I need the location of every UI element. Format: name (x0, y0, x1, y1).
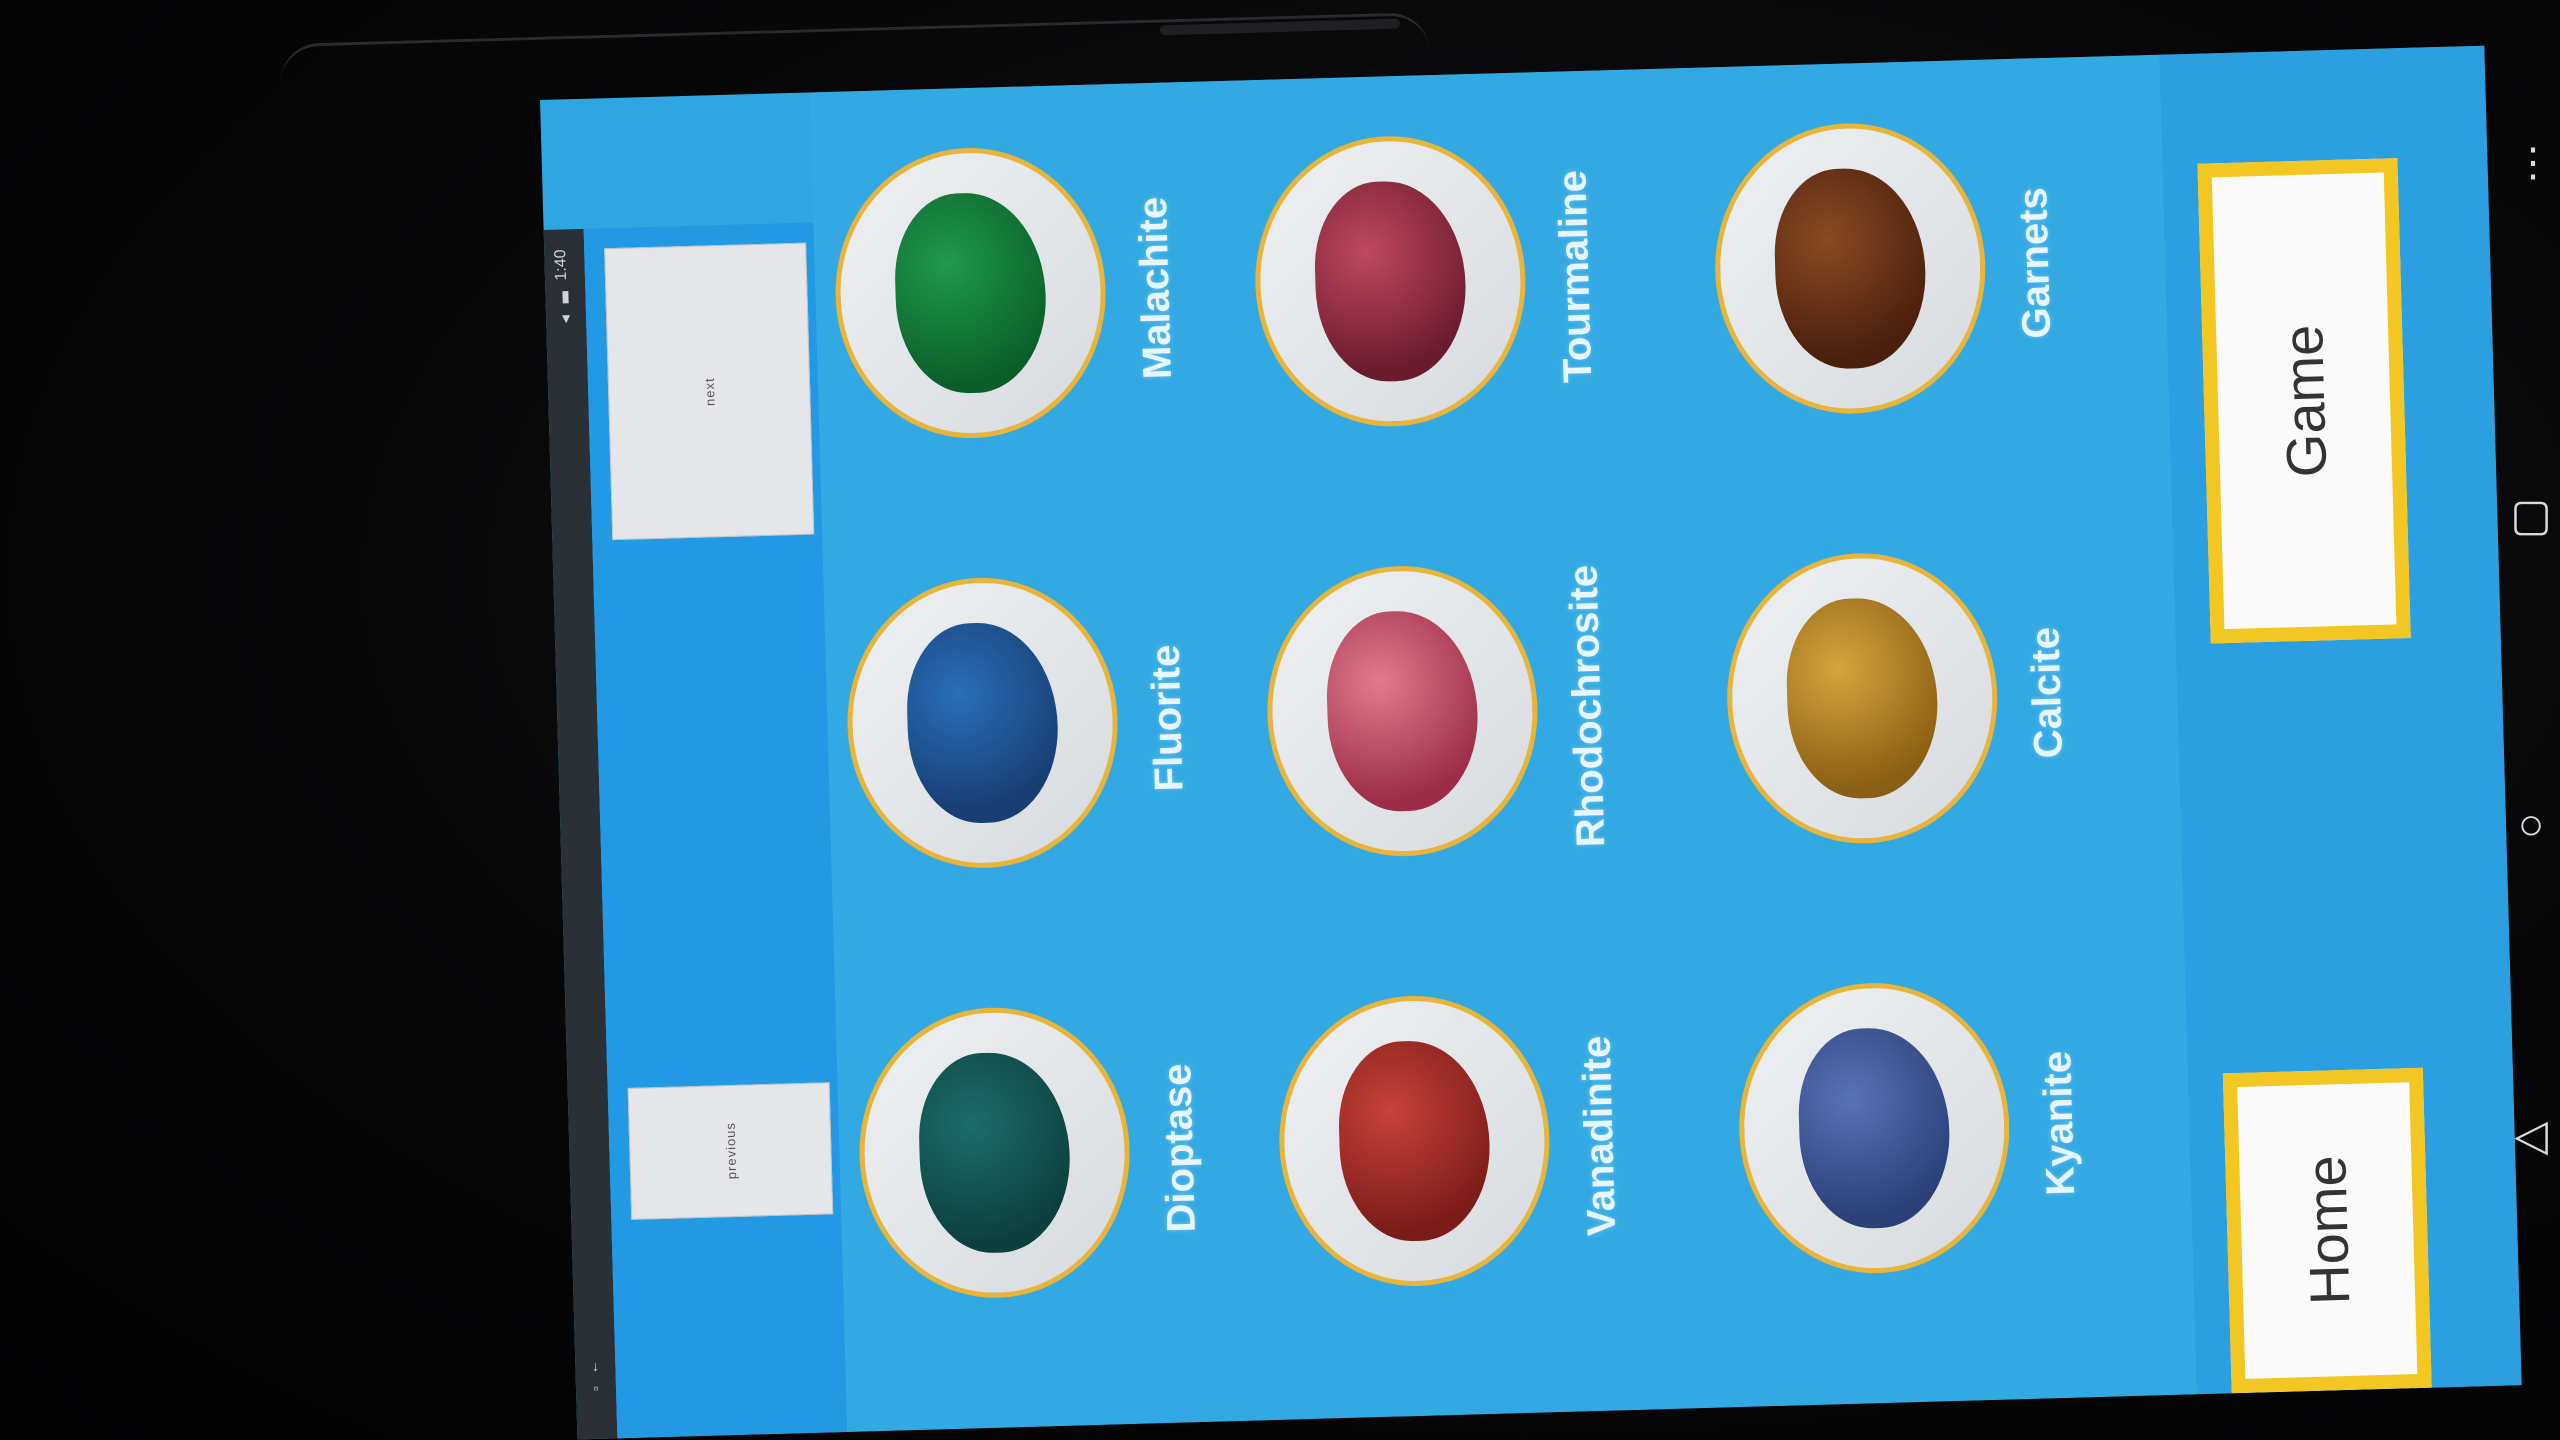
mineral-tile-garnets[interactable]: Garnets (1701, 116, 2131, 488)
mineral-image-frame (831, 144, 1110, 442)
back-icon[interactable]: ◁ (2506, 1110, 2556, 1161)
mineral-image-frame (855, 1004, 1134, 1302)
mineral-image-frame (1263, 562, 1542, 860)
garnets-image (1772, 166, 1928, 371)
home-button[interactable]: Home (2222, 1067, 2432, 1394)
mineral-tile-vanadinite[interactable]: Vanadinite (1265, 988, 1695, 1360)
mineral-label: Kyanite (2034, 1050, 2083, 1196)
rhodochrosite-image (1324, 609, 1481, 814)
mineral-label: Vanadinite (1574, 1035, 1624, 1237)
mineral-label: Garnets (2010, 187, 2059, 340)
tablet-device: 1:40 ▮ ▾ ↓ ▫ next previous Malachite Flu… (0, 0, 2560, 1440)
mineral-grid: Malachite Fluorite Dioptase Tourmaline R… (809, 54, 2197, 1432)
mineral-label: Dioptase (1154, 1062, 1204, 1233)
game-label: Game (2270, 323, 2338, 478)
mineral-label: Malachite (1130, 196, 1180, 380)
next-button[interactable]: next (604, 242, 815, 541)
status-bottom-icons: ↓ ▫ (581, 1355, 610, 1400)
malachite-image (892, 190, 1049, 396)
mineral-image-frame (1735, 979, 2014, 1277)
mineral-tile-calcite[interactable]: Calcite (1713, 546, 2143, 918)
mineral-label: Fluorite (1142, 643, 1192, 792)
mineral-tile-dioptase[interactable]: Dioptase (846, 1000, 1276, 1372)
menu-icon[interactable]: ⋮ (2506, 140, 2556, 186)
previous-label: previous (722, 1122, 739, 1180)
mineral-tile-kyanite[interactable]: Kyanite (1725, 976, 2155, 1348)
tourmaline-image (1312, 179, 1469, 384)
previous-button[interactable]: previous (627, 1082, 834, 1220)
mineral-label: Calcite (2022, 626, 2071, 760)
mineral-label: Rhodochrosite (1560, 564, 1613, 848)
mineral-image-frame (1723, 549, 2002, 848)
dioptase-image (916, 1050, 1073, 1255)
game-button[interactable]: Game (2197, 158, 2411, 644)
home-icon[interactable]: ○ (2506, 800, 2556, 850)
mineral-tile-malachite[interactable]: Malachite (822, 140, 1252, 512)
mineral-image-frame (843, 574, 1122, 872)
calcite-image (1784, 596, 1940, 801)
mineral-image-frame (1275, 992, 1554, 1290)
app-screen: 1:40 ▮ ▾ ↓ ▫ next previous Malachite Flu… (540, 45, 2522, 1440)
next-label: next (701, 376, 718, 406)
status-time: 1:40 (552, 249, 571, 281)
mineral-tile-fluorite[interactable]: Fluorite (834, 570, 1264, 942)
kyanite-image (1796, 1026, 1952, 1231)
system-nav-bar: ⋮ ▢ ○ ◁ (2500, 100, 2560, 1440)
status-icons: 1:40 ▮ ▾ (550, 249, 580, 331)
vanadinite-image (1336, 1038, 1493, 1244)
notification-icon: ▫ (593, 1379, 599, 1397)
fluorite-image (904, 620, 1061, 825)
wifi-icon: ▾ (561, 310, 571, 328)
mineral-label: Tourmaline (1549, 169, 1600, 384)
battery-icon: ▮ (560, 288, 571, 306)
home-label: Home (2293, 1154, 2361, 1307)
bottom-action-bar: Game Home (2159, 45, 2522, 1395)
mineral-image-frame (1711, 119, 1990, 418)
recents-icon[interactable]: ▢ (2506, 490, 2556, 541)
mineral-tile-tourmaline[interactable]: Tourmaline (1241, 129, 1671, 501)
app-bar: next previous (583, 222, 848, 1439)
mineral-tile-rhodochrosite[interactable]: Rhodochrosite (1253, 559, 1683, 931)
mineral-image-frame (1251, 132, 1530, 431)
download-icon: ↓ (591, 1357, 600, 1375)
